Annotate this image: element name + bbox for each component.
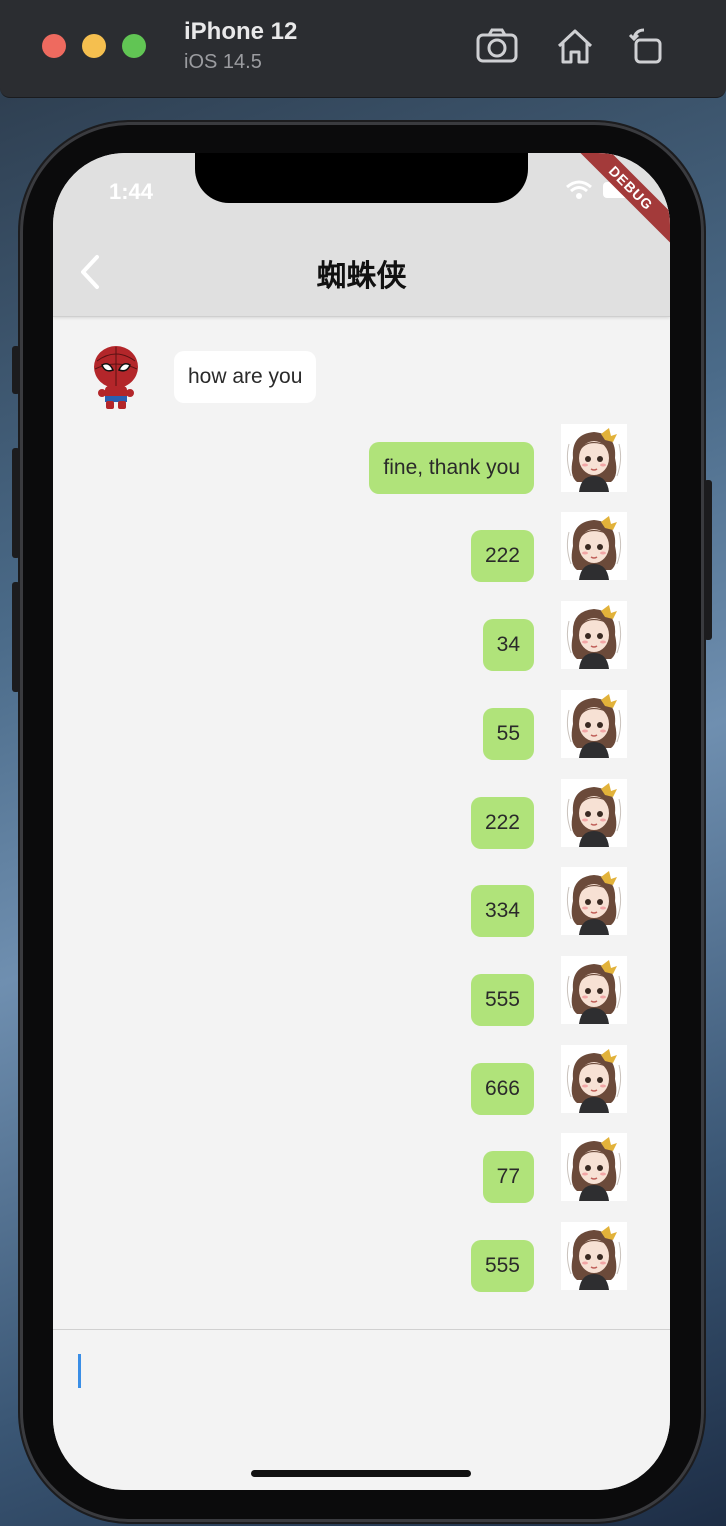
message-row: 77 <box>53 1129 670 1204</box>
message-row: 222 <box>53 508 670 583</box>
phone-screen: 蜘蛛侠 1:44 DEBUG how are you fine, thank y… <box>53 153 670 1490</box>
my-avatar[interactable] <box>561 1044 627 1113</box>
screenshot-icon[interactable] <box>475 26 519 66</box>
message-row: 222 <box>53 775 670 849</box>
outgoing-message-bubble[interactable]: 222 <box>470 530 534 583</box>
outgoing-message-bubble[interactable]: fine, thank you <box>369 441 534 494</box>
message-row: fine, thank you <box>53 420 670 494</box>
simulator-toolbar: iPhone 12 iOS 14.5 <box>0 0 726 98</box>
outgoing-message-bubble[interactable]: 555 <box>470 973 534 1026</box>
my-avatar[interactable] <box>561 778 627 847</box>
message-row: 555 <box>53 1218 670 1292</box>
mute-switch <box>12 346 20 394</box>
outgoing-message-bubble[interactable]: 222 <box>470 796 534 849</box>
status-time: 1:44 <box>109 179 154 204</box>
home-indicator[interactable] <box>251 1470 471 1477</box>
message-row: 34 <box>53 597 670 672</box>
my-avatar[interactable] <box>561 1133 627 1202</box>
outgoing-message-bubble[interactable]: 555 <box>470 1240 534 1292</box>
message-list[interactable]: how are you fine, thank you 222 34 55 22… <box>53 317 670 1329</box>
outgoing-message-bubble[interactable]: 666 <box>470 1062 534 1115</box>
rotate-icon[interactable] <box>626 26 670 66</box>
notch <box>195 153 528 203</box>
os-version: iOS 14.5 <box>184 51 262 73</box>
my-avatar[interactable] <box>561 867 627 936</box>
minimize-window-button[interactable] <box>82 34 106 58</box>
page-title: 蜘蛛侠 <box>316 260 407 293</box>
my-avatar[interactable] <box>561 601 627 670</box>
home-icon[interactable] <box>553 26 597 66</box>
close-window-button[interactable] <box>42 34 66 58</box>
outgoing-message-bubble[interactable]: 77 <box>482 1151 534 1204</box>
volume-up-button <box>12 448 20 558</box>
my-avatar[interactable] <box>561 689 627 758</box>
outgoing-message-bubble[interactable]: 334 <box>470 885 534 938</box>
device-name: iPhone 12 <box>184 18 298 45</box>
my-avatar[interactable] <box>561 423 627 492</box>
zoom-window-button[interactable] <box>122 34 146 58</box>
message-row: 55 <box>53 686 670 760</box>
contact-avatar[interactable] <box>83 343 149 411</box>
volume-down-button <box>12 582 20 692</box>
incoming-message-bubble[interactable]: how are you <box>174 351 317 403</box>
text-cursor <box>78 1354 81 1388</box>
message-row: how are you <box>53 331 670 409</box>
my-avatar[interactable] <box>561 1222 627 1290</box>
wifi-icon <box>566 180 592 199</box>
power-button <box>704 480 712 640</box>
message-row: 334 <box>53 863 670 938</box>
outgoing-message-bubble[interactable]: 34 <box>482 619 534 672</box>
message-input[interactable] <box>53 1329 670 1490</box>
my-avatar[interactable] <box>561 512 627 581</box>
message-row: 666 <box>53 1041 670 1115</box>
outgoing-message-bubble[interactable]: 55 <box>482 707 534 760</box>
message-row: 555 <box>53 952 670 1026</box>
my-avatar[interactable] <box>561 955 627 1024</box>
